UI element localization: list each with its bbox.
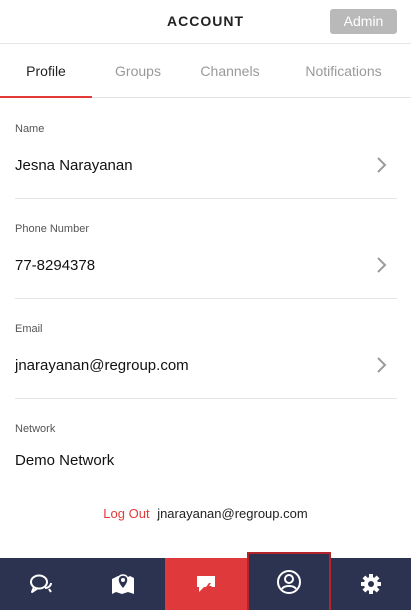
network-row: Network Demo Network	[0, 399, 411, 499]
bottom-navigation	[0, 552, 411, 610]
email-label: Email	[15, 323, 43, 335]
network-value: Demo Network	[15, 452, 115, 469]
tab-channels[interactable]: Channels	[184, 45, 276, 98]
chevron-right-icon	[377, 357, 387, 373]
top-bar: ACCOUNT Admin	[0, 0, 411, 44]
tab-profile[interactable]: Profile	[0, 45, 92, 98]
logout-email: jnarayanan@regroup.com	[157, 506, 308, 521]
phone-value: 77-8294378	[15, 257, 96, 274]
chat-bubbles-icon	[30, 574, 52, 593]
nav-messages[interactable]	[165, 558, 247, 610]
tab-groups[interactable]: Groups	[92, 45, 184, 98]
phone-label: Phone Number	[15, 223, 89, 235]
email-row[interactable]: Email jnarayanan@regroup.com	[0, 299, 411, 399]
name-value: Jesna Narayanan	[15, 157, 133, 174]
network-label: Network	[15, 423, 56, 435]
admin-button[interactable]: Admin	[330, 9, 397, 34]
logout-row: Log Out jnarayanan@regroup.com	[0, 506, 411, 521]
user-profile-icon	[277, 570, 301, 594]
active-tab-indicator	[0, 96, 92, 98]
chevron-right-icon	[377, 157, 387, 173]
map-pin-icon	[112, 574, 134, 594]
name-row[interactable]: Name Jesna Narayanan	[0, 99, 411, 199]
gear-icon	[361, 574, 381, 594]
name-label: Name	[15, 123, 45, 135]
email-value: jnarayanan@regroup.com	[15, 357, 189, 374]
logout-link[interactable]: Log Out	[103, 506, 149, 521]
nav-map[interactable]	[82, 558, 164, 610]
phone-row[interactable]: Phone Number 77-8294378	[0, 199, 411, 299]
chevron-right-icon	[377, 257, 387, 273]
nav-account[interactable]	[247, 552, 331, 610]
nav-chats[interactable]	[0, 558, 82, 610]
tab-notifications[interactable]: Notifications	[276, 45, 411, 98]
nav-settings[interactable]	[331, 558, 411, 610]
messages-icon	[197, 576, 215, 592]
tab-bar: Profile Groups Channels Notifications	[0, 45, 411, 98]
